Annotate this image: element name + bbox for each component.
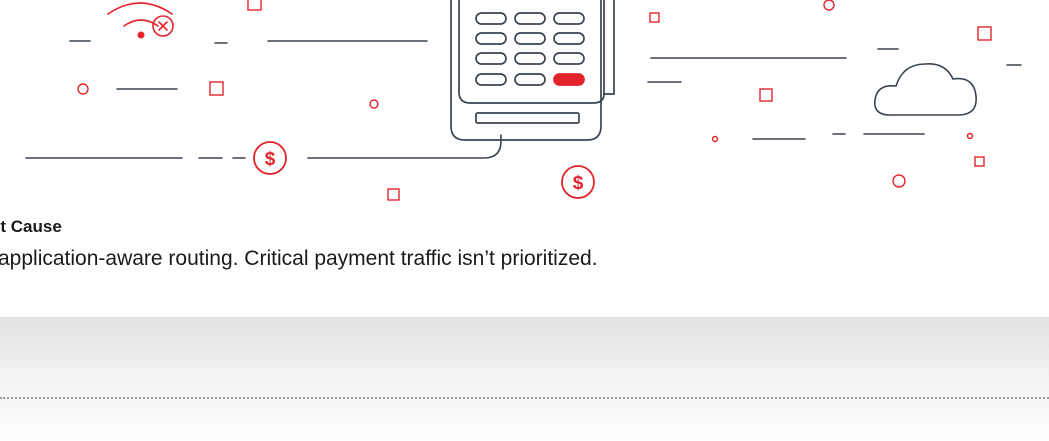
dollar-symbol: $ [573,173,584,194]
wifi-error-icon [152,15,174,37]
decorative-shapes-right [649,0,992,188]
terminal-enter-key [553,73,585,86]
dollar-symbol: $ [265,149,276,170]
cloud-icon [873,62,977,116]
page: $ $ t Cause application-aware routing. C… [0,0,1049,441]
connection-lines-right [647,48,1022,140]
decorative-shapes-left [77,0,400,201]
payment-terminal-icon [450,0,615,141]
dollar-coin-icon: $ [253,141,287,175]
dotted-divider [0,397,1049,399]
network-illustration: $ $ [25,0,1022,201]
next-section-panel [0,317,1049,441]
root-cause-description: application-aware routing. Critical paym… [0,247,598,270]
root-cause-title: ot Cause [0,217,62,236]
connection-lines-left [25,40,502,159]
dollar-coin-icon: $ [561,165,595,199]
wifi-icon [107,2,173,39]
